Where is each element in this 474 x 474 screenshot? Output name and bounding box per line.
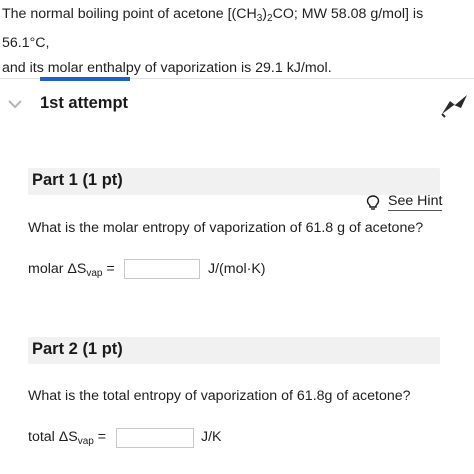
part-1-answer-input[interactable] [124, 259, 200, 279]
part-2-answer-label: total ΔSvap = [28, 429, 106, 447]
see-hint-label: See Hint [388, 193, 443, 211]
part-1-question: What is the molar entropy of vaporizatio… [28, 220, 424, 236]
part-2-unit: J/K [201, 429, 222, 445]
part-2-title: Part 2 (1 pt) [32, 340, 123, 358]
answer-label-subscript: vap [86, 268, 103, 279]
active-tab-indicator [40, 77, 130, 81]
chevron-down-icon[interactable] [6, 97, 24, 111]
part-1-unit: J/(mol·K) [208, 261, 266, 277]
part-2-question: What is the total entropy of vaporizatio… [28, 388, 411, 404]
part-1-title: Part 1 (1 pt) [32, 171, 123, 189]
flag-icon[interactable] [440, 92, 470, 118]
part-1-header: Part 1 (1 pt) [28, 168, 440, 195]
attempt-label: 1st attempt [40, 94, 129, 112]
answer-label-equals: = [102, 261, 115, 277]
answer-label-subscript: vap [77, 436, 94, 447]
part-1-answer-label: molar ΔSvap = [28, 261, 115, 279]
problem-statement: The normal boiling point of acetone [(CH… [2, 2, 472, 81]
lightbulb-icon [366, 195, 380, 210]
answer-label-text: total ΔS [28, 429, 78, 445]
answer-label-text: molar ΔS [28, 261, 87, 277]
problem-line-1: The normal boiling point of acetone [(CH… [2, 2, 472, 56]
problem-text-a: The normal boiling point of acetone [(CH [2, 6, 257, 22]
part-2-header: Part 2 (1 pt) [28, 337, 440, 364]
part-2-answer-input[interactable] [116, 428, 194, 448]
answer-label-equals: = [93, 429, 107, 445]
